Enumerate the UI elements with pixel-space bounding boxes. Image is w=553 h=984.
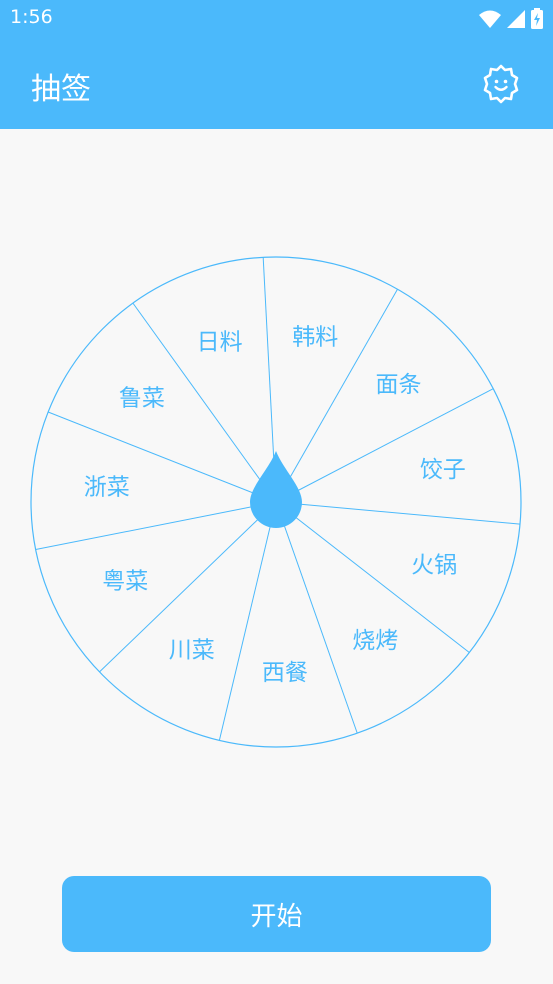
app-bar: 抽签: [0, 38, 553, 129]
wheel-item-label: 川菜: [169, 638, 215, 664]
wheel-item-label: 鲁菜: [119, 386, 165, 412]
settings-gear-smile-icon: [483, 64, 519, 104]
status-icons: [479, 8, 543, 29]
wheel-item-label: 韩料: [292, 325, 338, 351]
wheel-item-label: 日料: [197, 330, 243, 356]
status-time: 1:56: [10, 6, 53, 28]
status-bar: 1:56: [0, 0, 553, 38]
wheel-item-label: 粤菜: [102, 569, 148, 595]
lottery-wheel-area: 日料 韩料面条饺子火锅烧烤西餐 川菜 粤菜 浙菜 鲁菜: [0, 129, 553, 869]
lottery-wheel[interactable]: 日料 韩料面条饺子火锅烧烤西餐 川菜 粤菜 浙菜 鲁菜: [0, 129, 553, 869]
wifi-icon: [479, 10, 501, 28]
page-title: 抽签: [31, 72, 91, 107]
start-button[interactable]: 开始: [62, 876, 491, 952]
settings-button[interactable]: [479, 62, 523, 106]
wheel-item-label: 火锅: [411, 552, 457, 578]
battery-icon: [531, 8, 543, 29]
wheel-item-label: 浙菜: [84, 475, 130, 501]
signal-icon: [507, 9, 525, 28]
wheel-item-label: 饺子: [420, 457, 466, 483]
wheel-item-label: 烧烤: [352, 628, 398, 654]
wheel-item-label: 面条: [375, 372, 421, 398]
wheel-item-label: 西餐: [262, 660, 308, 686]
